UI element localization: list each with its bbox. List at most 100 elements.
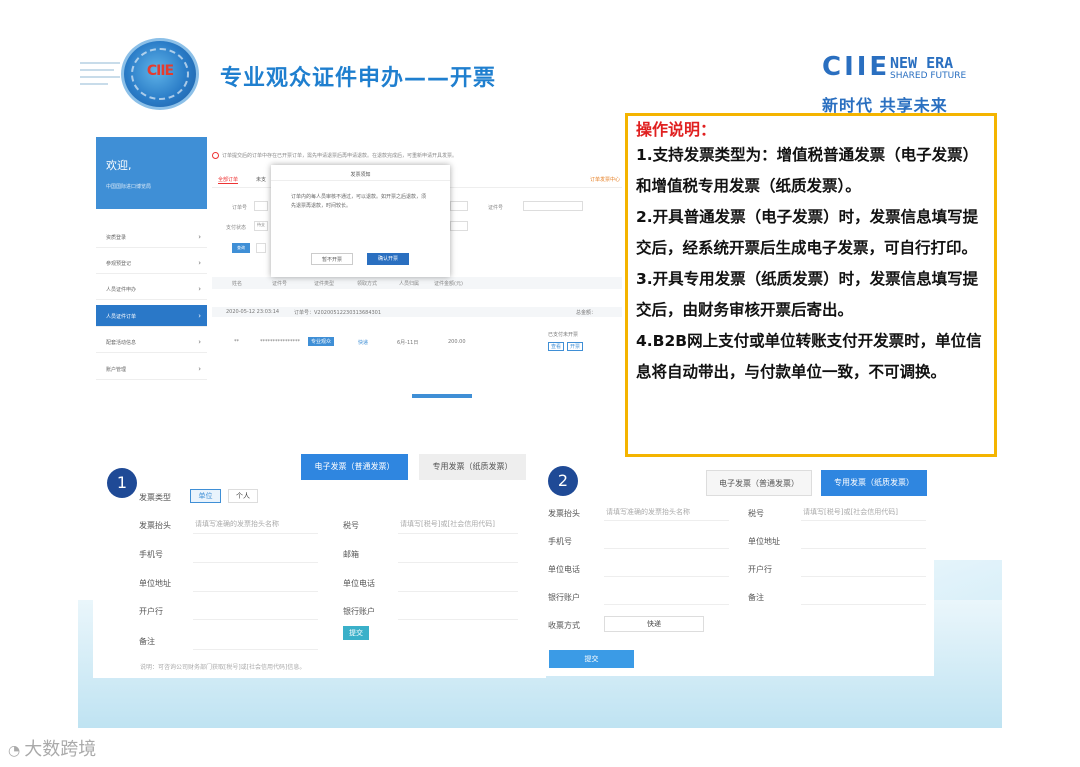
chevron-right-icon: › xyxy=(198,285,201,293)
cert-no-label: 证件号 xyxy=(488,205,504,211)
chevron-right-icon: › xyxy=(198,312,201,320)
bank-label: 开户行 xyxy=(139,607,163,616)
invoice-title-input[interactable]: 请填写准确的发票抬头名称 xyxy=(195,519,279,529)
modal-confirm-button[interactable]: 确认开票 xyxy=(367,253,409,265)
tab-unpaid[interactable]: 未支 xyxy=(256,176,266,183)
special-invoice-tab[interactable]: 专用发票（纸质发票） xyxy=(419,454,526,480)
query-button[interactable]: 查询 xyxy=(232,243,250,253)
email-input[interactable] xyxy=(398,562,518,563)
row-date: 6月-11日 xyxy=(397,340,419,346)
brand-ciie: CIIE xyxy=(822,52,891,82)
invoice-notice-modal: 发票须知 订单内的每人员审核不通过，可以退款。如开票之后退款，须先退票再退款，时… xyxy=(271,165,450,277)
col-method: 领取方式 xyxy=(357,281,378,287)
ciie-logo: CIIE xyxy=(121,38,199,110)
modal-cancel-button[interactable]: 暂不开票 xyxy=(311,253,353,265)
email-label: 邮箱 xyxy=(343,550,359,559)
phone-input[interactable] xyxy=(604,548,729,549)
order-filter-input[interactable] xyxy=(450,201,468,211)
address-label: 单位地址 xyxy=(139,579,171,588)
logo-text: CIIE xyxy=(146,63,174,79)
form-footnote: 说明：可咨询公司财务部门获取[税号]或[社会信用代码]信息。 xyxy=(140,664,306,671)
slide-title: 专业观众证件申办——开票 xyxy=(220,66,497,91)
instruction-item: 4.B2B网上支付或单位转账支付开发票时，单位信息将自动带出，与付款单位一致，不… xyxy=(636,332,982,381)
pay-status-label: 支付状态 xyxy=(226,225,247,231)
address-input[interactable] xyxy=(193,591,318,592)
electronic-invoice-tab[interactable]: 电子发票（普通发票） xyxy=(301,454,408,480)
account-input[interactable] xyxy=(604,604,729,605)
watermark-icon: ◔ xyxy=(8,743,21,759)
bank-label: 开户行 xyxy=(748,565,772,574)
cert-no-input[interactable] xyxy=(523,201,583,211)
delivery-select[interactable]: 快递 xyxy=(604,616,704,632)
order-number: 订单号：V20200512230313684301 xyxy=(294,310,382,316)
tax-no-input[interactable]: 请填写[税号]或[社会信用代码] xyxy=(803,507,898,517)
invoice-center-link[interactable]: 订单发票中心 xyxy=(590,176,620,183)
unit-phone-input[interactable] xyxy=(398,591,518,592)
sidebar-item-account[interactable]: 账户管理 › xyxy=(96,358,207,380)
invoice-title-input[interactable]: 请填写准确的发票抬头名称 xyxy=(606,507,690,517)
instruction-item: 3.开具专用发票（纸质发票）时，发票信息填写提交后，由财务审核开票后寄出。 xyxy=(636,270,979,319)
pagination[interactable] xyxy=(412,394,472,398)
bank-input[interactable] xyxy=(801,576,926,577)
col-name: 姓名 xyxy=(232,281,243,287)
phone-label: 手机号 xyxy=(548,537,572,546)
tax-no-input[interactable]: 请填写[税号]或[社会信用代码] xyxy=(400,519,495,529)
address-input[interactable] xyxy=(801,548,926,549)
bank-input[interactable] xyxy=(193,619,318,620)
col-owner: 人员归属 xyxy=(399,281,420,287)
instruction-item: 1.支持发票类型为：增值税普通发票（电子发票）和增值税专用发票（纸质发票）。 xyxy=(636,146,979,195)
col-amount: 证件金额(元) xyxy=(434,281,463,287)
submit-button[interactable]: 提交 xyxy=(343,626,369,640)
account-input[interactable] xyxy=(398,619,518,620)
row-cert-type: 专业观众 xyxy=(308,337,335,346)
table-row: ** **************** 专业观众 快递 6月-11日 200.0… xyxy=(212,327,622,365)
sidebar-item-cert-apply[interactable]: 人员证件申办 › xyxy=(96,278,207,300)
unit-phone-input[interactable] xyxy=(604,576,729,577)
welcome-text: 欢迎, xyxy=(106,159,132,172)
modal-body: 订单内的每人员审核不通过，可以退款。如开票之后退款，须先退票再退款，时间较长。 xyxy=(291,194,427,209)
brand-shared-future: SHARED FUTURE xyxy=(890,71,967,81)
electronic-invoice-tab[interactable]: 电子发票（普通发票） xyxy=(706,470,812,496)
view-button[interactable]: 查看 xyxy=(548,342,565,351)
chevron-right-icon: › xyxy=(198,259,201,267)
welcome-org: 中国国际进口博览局 xyxy=(106,184,152,190)
sidebar-item-preregister[interactable]: 参观预登记 › xyxy=(96,252,207,274)
special-invoice-form: 2 电子发票（普通发票） 专用发票（纸质发票） 发票抬头 请填写准确的发票抬头名… xyxy=(546,458,934,676)
alert-icon xyxy=(212,152,219,159)
step-badge: 2 xyxy=(548,466,578,496)
order-table-header: 姓名 证件号 证件类型 领取方式 人员归属 证件金额(元) xyxy=(212,277,622,289)
row-method: 快递 xyxy=(358,340,369,346)
special-invoice-tab[interactable]: 专用发票（纸质发票） xyxy=(821,470,927,496)
instructions-box: 操作说明： 1.支持发票类型为：增值税普通发票（电子发票）和增值税专用发票（纸质… xyxy=(625,113,997,457)
unit-phone-label: 单位电话 xyxy=(343,579,375,588)
chip-personal[interactable]: 个人 xyxy=(228,489,258,503)
note-label: 备注 xyxy=(748,593,764,602)
col-cert-type: 证件类型 xyxy=(314,281,335,287)
tax-no-label: 税号 xyxy=(748,509,764,518)
pay-status-select[interactable]: 待支 xyxy=(254,221,268,231)
note-input[interactable] xyxy=(801,604,926,605)
chip-unit[interactable]: 单位 xyxy=(190,489,221,503)
slide: CIIE 专业观众证件申办——开票 CIIE NEW ERA SHARED FU… xyxy=(0,0,1080,767)
brand-logo: CIIE NEW ERA SHARED FUTURE xyxy=(822,52,966,82)
brand-new-era: NEW ERA xyxy=(890,54,954,72)
delivery-label: 收票方式 xyxy=(548,621,580,630)
sidebar-item-cert-orders[interactable]: 人员证件订单 › xyxy=(96,305,207,327)
unit-phone-label: 单位电话 xyxy=(548,565,580,574)
row-name: ** xyxy=(234,339,239,345)
order-filter-select[interactable] xyxy=(450,221,468,231)
watermark: ◔ 大数跨境 xyxy=(8,739,97,760)
phone-input[interactable] xyxy=(193,562,318,563)
instructions-heading: 操作说明： xyxy=(636,120,717,139)
invoice-title-label: 发票抬头 xyxy=(548,509,580,518)
submit-button[interactable]: 提交 xyxy=(549,650,634,668)
note-input[interactable] xyxy=(193,649,318,650)
sidebar-item-login[interactable]: 资质登录 › xyxy=(96,226,207,248)
invoice-type-label: 发票类型 xyxy=(139,493,171,502)
invoice-button[interactable]: 开票 xyxy=(567,342,584,351)
tab-all-orders[interactable]: 全部订单 xyxy=(218,176,239,184)
order-no-input[interactable] xyxy=(254,201,268,211)
sidebar-item-events[interactable]: 配套活动信息 › xyxy=(96,331,207,353)
chevron-right-icon: › xyxy=(198,338,201,346)
reset-button[interactable] xyxy=(256,243,266,253)
